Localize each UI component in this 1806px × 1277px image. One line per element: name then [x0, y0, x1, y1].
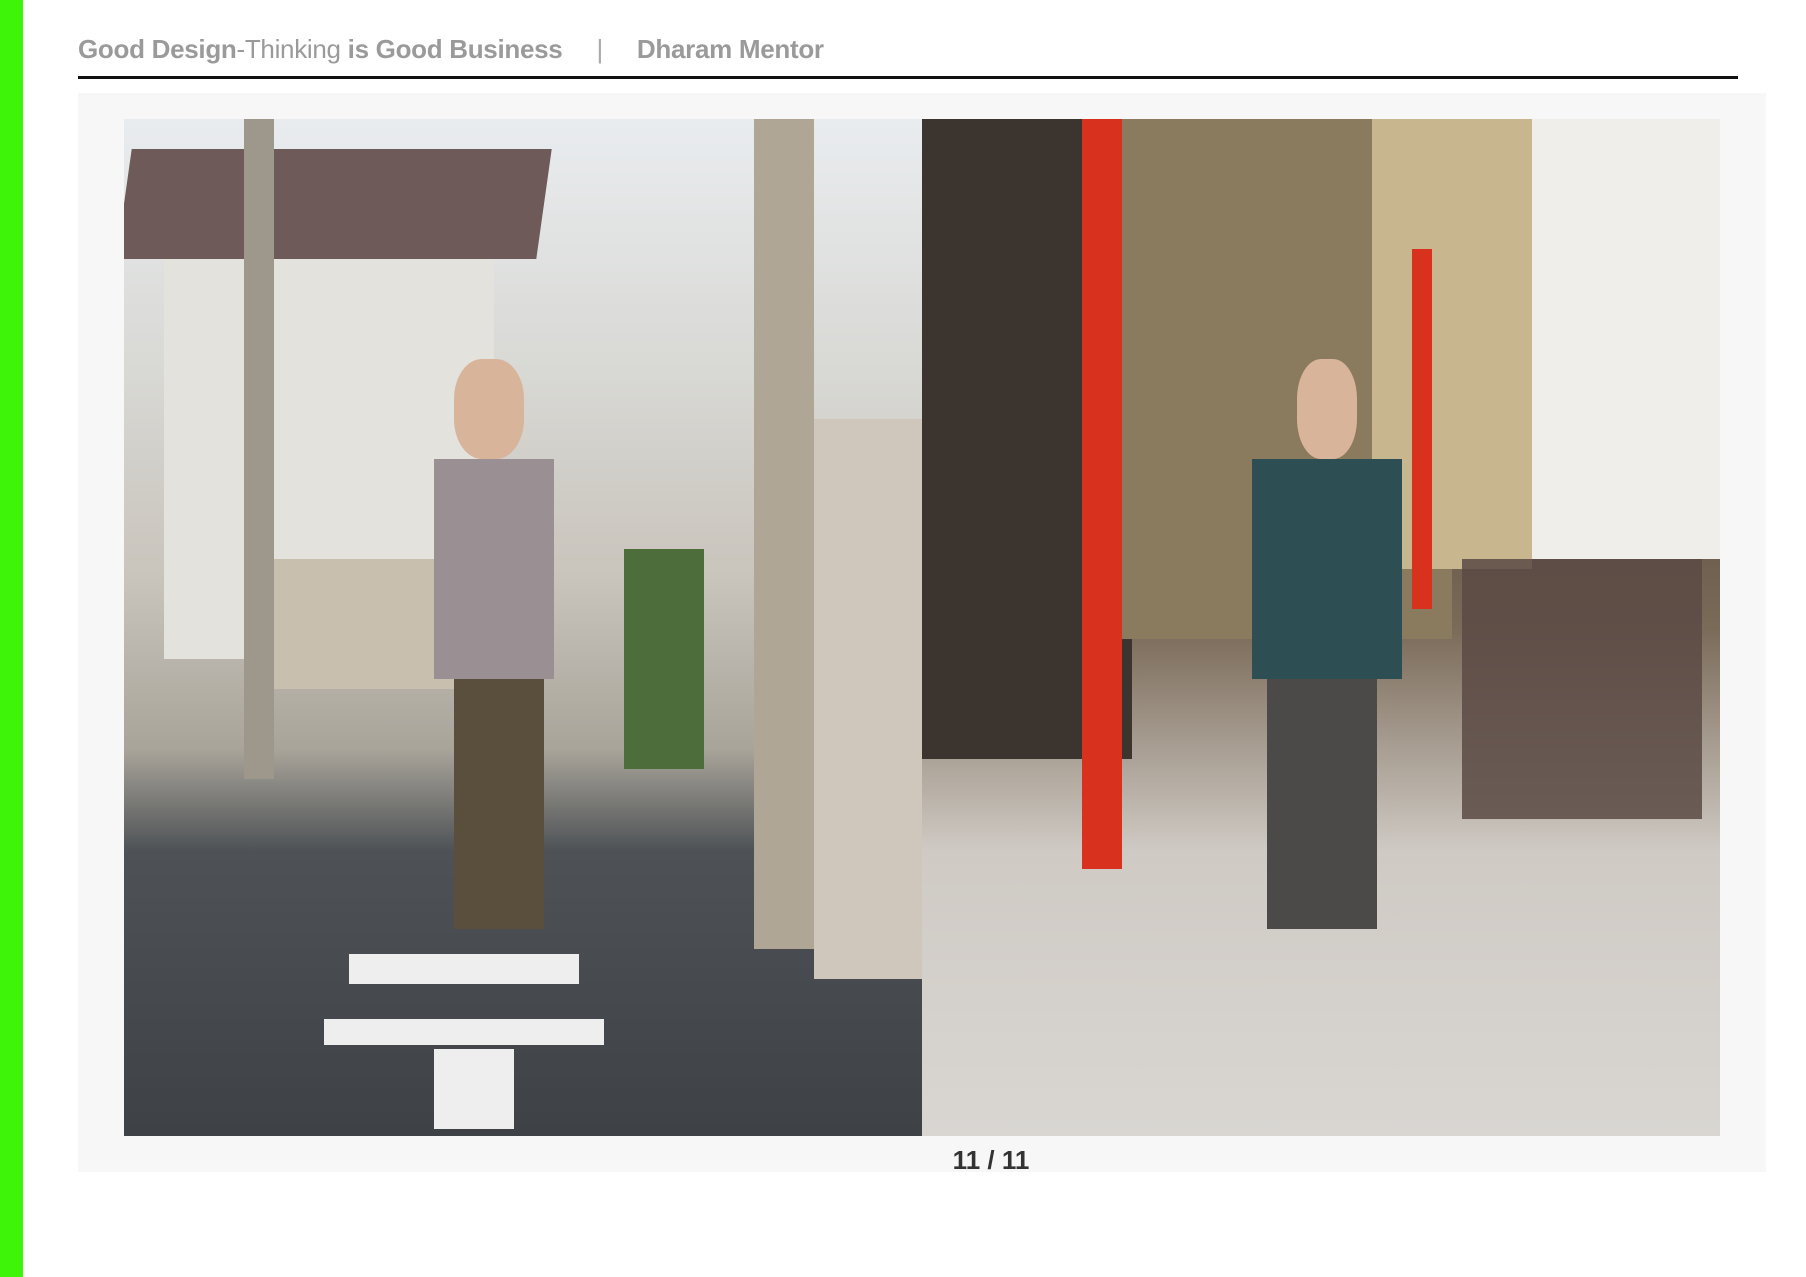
person-shirt: [1252, 459, 1402, 679]
person-pants: [454, 679, 544, 929]
header-title-part2: -Thinking: [236, 34, 341, 64]
hedge: [624, 549, 704, 769]
red-pillar: [1082, 119, 1122, 869]
wall: [814, 419, 922, 979]
header-title-part1: Good Design: [78, 34, 237, 64]
page-header: Good Design-Thinking is Good Business | Dh…: [78, 34, 824, 65]
red-pillar: [1412, 249, 1432, 609]
header-title-part3: is Good Business: [340, 34, 563, 64]
person-pants: [1267, 679, 1377, 929]
roof: [124, 149, 552, 259]
header-author: Dharam Mentor: [636, 34, 824, 64]
person-shirt: [434, 459, 554, 679]
utility-pole: [754, 119, 814, 949]
utility-pole: [244, 119, 274, 779]
person-head: [454, 359, 524, 459]
photo-market-street-outfit-right: [922, 119, 1720, 1136]
page-number: 11 / 11: [952, 1145, 1030, 1175]
sky-building: [1532, 119, 1720, 559]
road-marking: [434, 1049, 514, 1129]
road-marking: [349, 954, 579, 984]
header-separator: |: [596, 34, 603, 64]
road-marking: [324, 1019, 604, 1045]
pedestrians: [1462, 559, 1702, 819]
accent-sidebar-bar: [0, 0, 23, 1277]
header-divider: [78, 76, 1738, 79]
person-head: [1297, 359, 1357, 459]
photo-street-outfit-left: [124, 119, 922, 1136]
